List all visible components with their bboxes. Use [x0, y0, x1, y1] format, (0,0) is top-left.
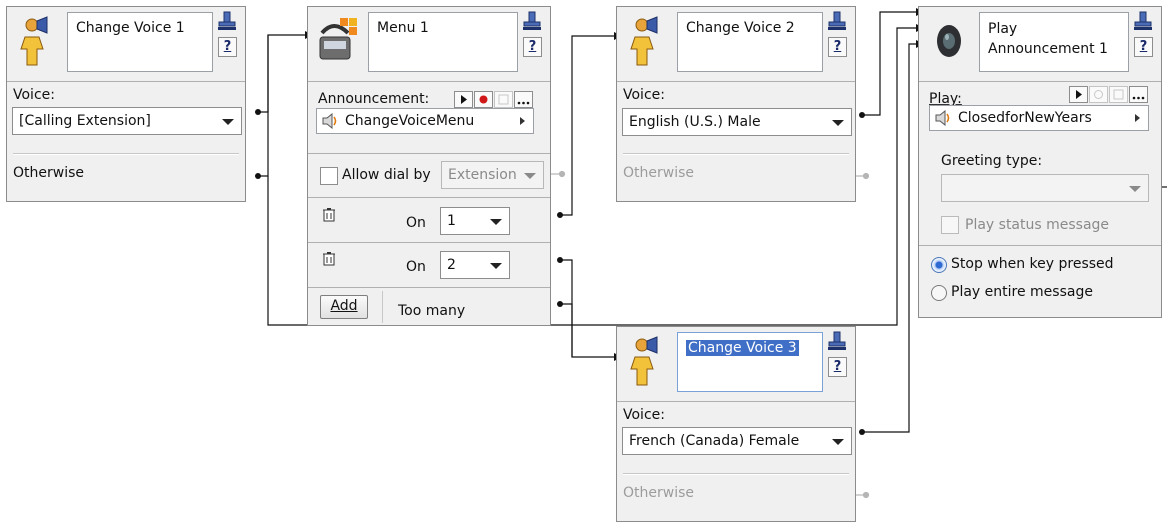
allow-dial-dropdown[interactable]: Extension: [441, 161, 544, 189]
stop-when-key-pressed-label: Stop when key pressed: [951, 256, 1114, 272]
voice-value: French (Canada) Female: [629, 433, 800, 449]
trash-icon[interactable]: [322, 251, 336, 266]
stop-button[interactable]: [1109, 86, 1128, 103]
help-button[interactable]: ?: [218, 37, 237, 57]
voice-label: Voice:: [13, 87, 55, 103]
trash-icon[interactable]: [322, 207, 336, 222]
change-voice-3-node[interactable]: Change Voice 3 ? Voice: French (Canada) …: [616, 326, 856, 522]
node-title: Change Voice 3: [686, 340, 799, 356]
record-icon: [479, 95, 488, 104]
announcement-selector[interactable]: ClosedforNewYears: [929, 105, 1149, 131]
record-icon: [1094, 90, 1103, 99]
help-button[interactable]: ?: [1134, 37, 1153, 57]
greeting-type-dropdown[interactable]: [941, 174, 1149, 202]
play-button[interactable]: [1069, 86, 1088, 103]
voice-dropdown[interactable]: French (Canada) Female: [622, 427, 852, 455]
voice-value: [Calling Extension]: [19, 113, 151, 129]
otherwise-label: Otherwise: [13, 165, 84, 181]
chevron-right-icon[interactable]: [1135, 114, 1140, 122]
play-announcement-1-node[interactable]: Play Announcement 1 ? Play: ClosedforNew…: [918, 6, 1162, 318]
pin-icon[interactable]: [522, 11, 542, 31]
on-label: On: [406, 259, 426, 275]
too-many-label: Too many: [398, 303, 466, 319]
pin-icon[interactable]: [827, 11, 847, 31]
divider: [382, 291, 383, 323]
record-button[interactable]: [474, 91, 493, 108]
announcement-value: ChangeVoiceMenu: [345, 113, 475, 129]
on-label: On: [406, 215, 426, 231]
voice-dropdown[interactable]: [Calling Extension]: [12, 107, 242, 135]
allow-dial-value: Extension: [448, 167, 517, 183]
stop-icon: [498, 94, 509, 105]
speaker-icon: [322, 113, 337, 129]
speaker-person-icon: [20, 16, 48, 66]
browse-button[interactable]: [514, 91, 533, 108]
play-status-checkbox[interactable]: [941, 216, 959, 234]
allow-dial-checkbox[interactable]: [320, 167, 338, 185]
announcement-selector[interactable]: ChangeVoiceMenu: [316, 108, 534, 134]
otherwise-label: Otherwise: [623, 165, 694, 181]
menu-1-node[interactable]: Menu 1 ? Announcement: ChangeVoiceMenu A…: [307, 6, 551, 326]
add-button[interactable]: Add: [320, 295, 368, 319]
play-icon: [1076, 90, 1082, 99]
play-status-label: Play status message: [965, 217, 1110, 233]
node-title-editing[interactable]: Change Voice 3: [677, 332, 823, 392]
chevron-down-icon[interactable]: [524, 173, 536, 179]
add-label: Add: [330, 298, 358, 314]
chevron-down-icon[interactable]: [832, 439, 844, 445]
node-title-line-1: Play: [988, 21, 1018, 37]
pin-icon[interactable]: [217, 11, 237, 31]
pin-icon[interactable]: [1133, 11, 1153, 31]
greeting-type-label: Greeting type:: [941, 153, 1043, 169]
help-button[interactable]: ?: [523, 37, 542, 57]
play-entire-message-radio[interactable]: [931, 285, 947, 301]
speaker-person-icon: [630, 16, 658, 66]
node-title[interactable]: Change Voice 2: [677, 12, 823, 72]
change-voice-1-node[interactable]: Change Voice 1 ? Voice: [Calling Extensi…: [6, 6, 246, 202]
stop-when-key-pressed-radio[interactable]: [931, 257, 947, 273]
stop-button[interactable]: [494, 91, 513, 108]
play-value: ClosedforNewYears: [958, 110, 1092, 126]
chevron-down-icon[interactable]: [1129, 186, 1141, 192]
option-key: 2: [447, 257, 456, 273]
loudspeaker-icon: [937, 25, 961, 57]
voice-label: Voice:: [623, 87, 665, 103]
announcement-label: Announcement:: [318, 91, 430, 107]
chevron-right-icon[interactable]: [520, 117, 525, 125]
chevron-down-icon[interactable]: [222, 119, 234, 125]
node-title[interactable]: Menu 1: [368, 12, 518, 72]
option-2-key-dropdown[interactable]: 2: [440, 251, 510, 279]
ellipsis-icon: [517, 101, 530, 105]
allow-dial-label: Allow dial by: [342, 167, 431, 183]
voice-label: Voice:: [623, 407, 665, 423]
voice-value: English (U.S.) Male: [629, 114, 761, 130]
option-1-key-dropdown[interactable]: 1: [440, 207, 510, 235]
play-entire-message-label: Play entire message: [951, 284, 1093, 300]
otherwise-label: Otherwise: [623, 485, 694, 501]
play-button[interactable]: [454, 91, 473, 108]
chevron-down-icon[interactable]: [490, 219, 502, 225]
voice-dropdown[interactable]: English (U.S.) Male: [622, 108, 852, 136]
help-button[interactable]: ?: [828, 37, 847, 57]
node-title[interactable]: Change Voice 1: [67, 12, 213, 72]
stop-icon: [1113, 89, 1124, 100]
chevron-down-icon[interactable]: [832, 120, 844, 126]
chevron-down-icon[interactable]: [490, 263, 502, 269]
node-title[interactable]: Play Announcement 1: [979, 12, 1129, 72]
speaker-person-icon: [630, 336, 658, 386]
option-key: 1: [447, 213, 456, 229]
browse-button[interactable]: [1129, 86, 1148, 103]
pin-icon[interactable]: [827, 331, 847, 351]
ellipsis-icon: [1132, 96, 1145, 100]
record-button[interactable]: [1089, 86, 1108, 103]
speaker-icon: [935, 110, 950, 126]
menu-phone-icon: [319, 18, 357, 60]
help-button[interactable]: ?: [828, 357, 847, 377]
node-title-line-2: Announcement 1: [988, 41, 1108, 57]
play-icon: [461, 95, 467, 104]
change-voice-2-node[interactable]: Change Voice 2 ? Voice: English (U.S.) M…: [616, 6, 856, 202]
